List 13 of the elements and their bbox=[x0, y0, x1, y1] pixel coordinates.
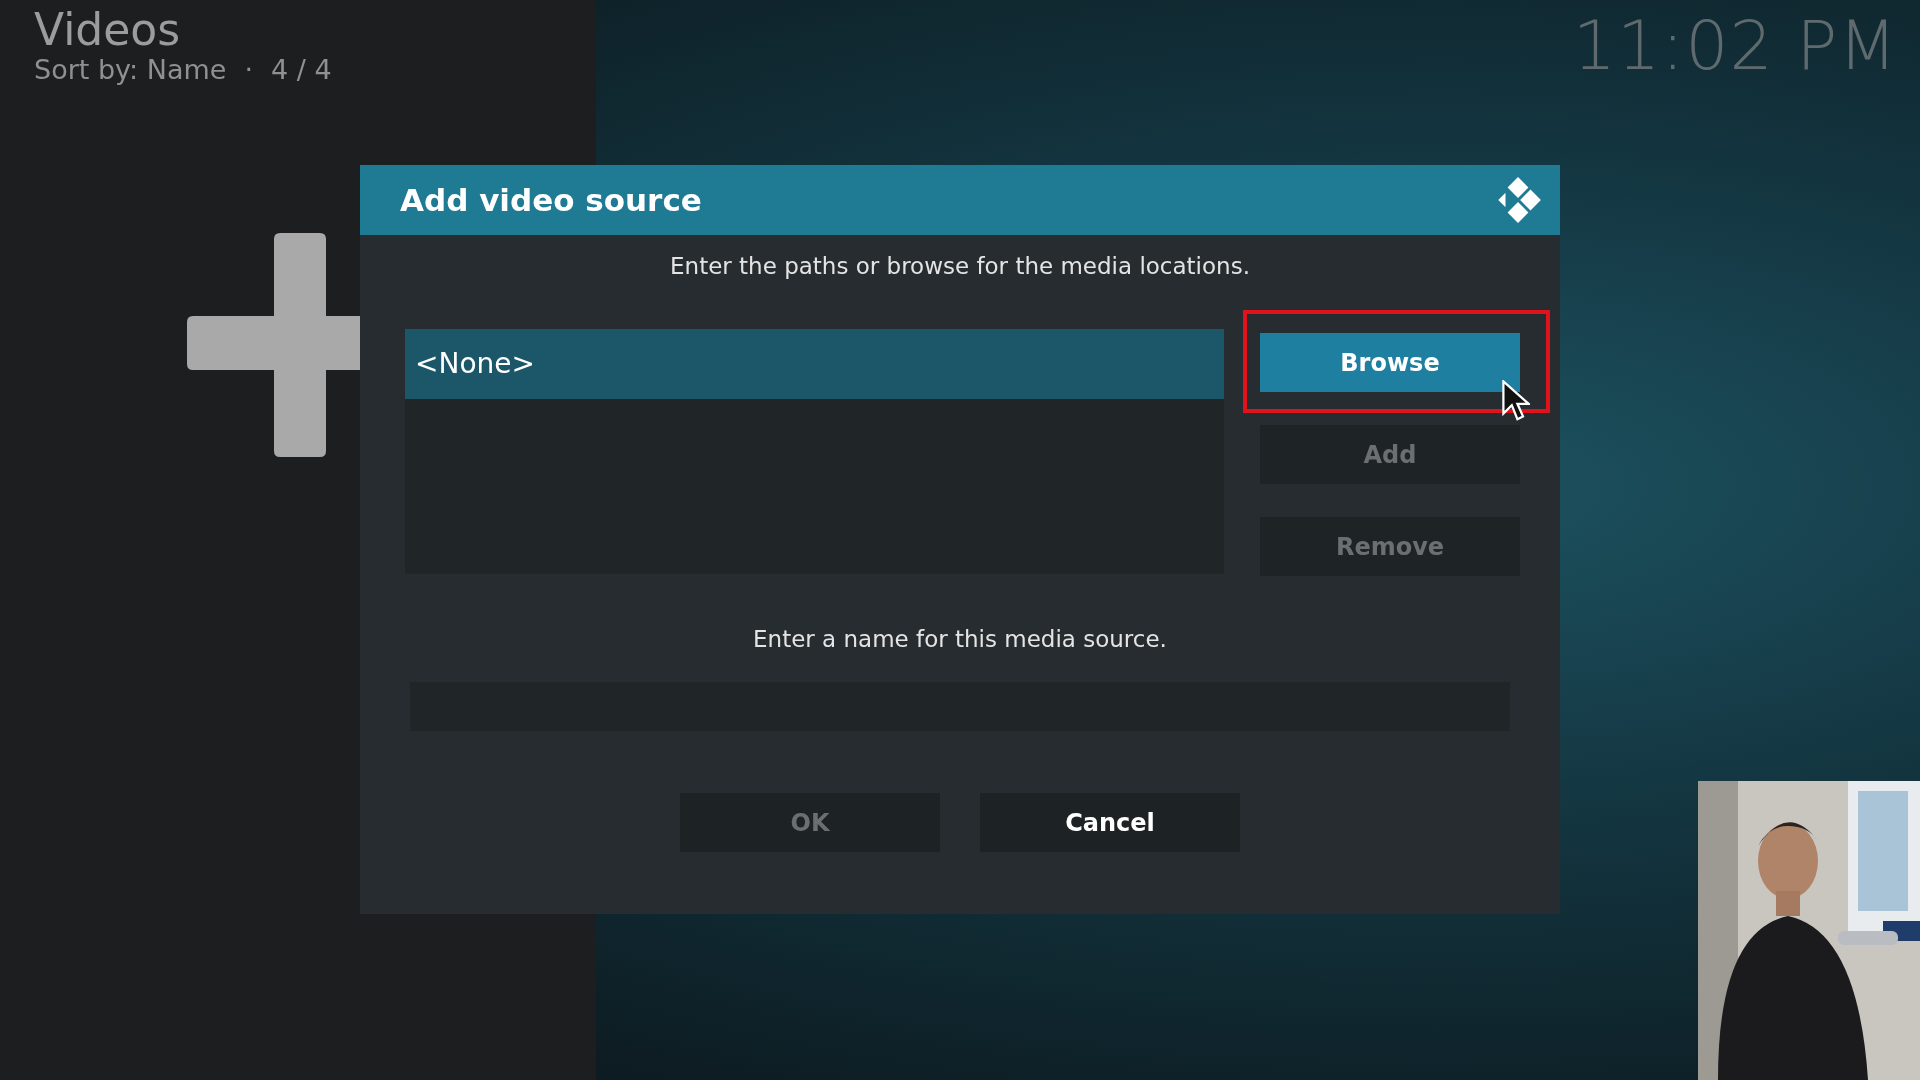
side-button[interactable]: Browse bbox=[1260, 333, 1520, 392]
item-count: 4 / 4 bbox=[271, 54, 332, 86]
dialog-button[interactable]: Cancel bbox=[980, 793, 1240, 852]
separator-dot: · bbox=[244, 54, 253, 86]
instructions-text: Enter the paths or browse for the media locations. bbox=[669, 253, 1251, 279]
sort-label: Sort by: Name bbox=[34, 54, 227, 86]
mouse-pointer-icon bbox=[1502, 380, 1530, 422]
page-title: Videos bbox=[34, 6, 182, 55]
clock: 11:02 PM bbox=[1572, 6, 1898, 86]
dialog-title: Add video source bbox=[400, 182, 702, 218]
name-prompt: Enter a name for this media source. bbox=[752, 626, 1168, 652]
path-item[interactable]: <None> bbox=[405, 329, 1224, 399]
plus-icon bbox=[187, 233, 360, 457]
